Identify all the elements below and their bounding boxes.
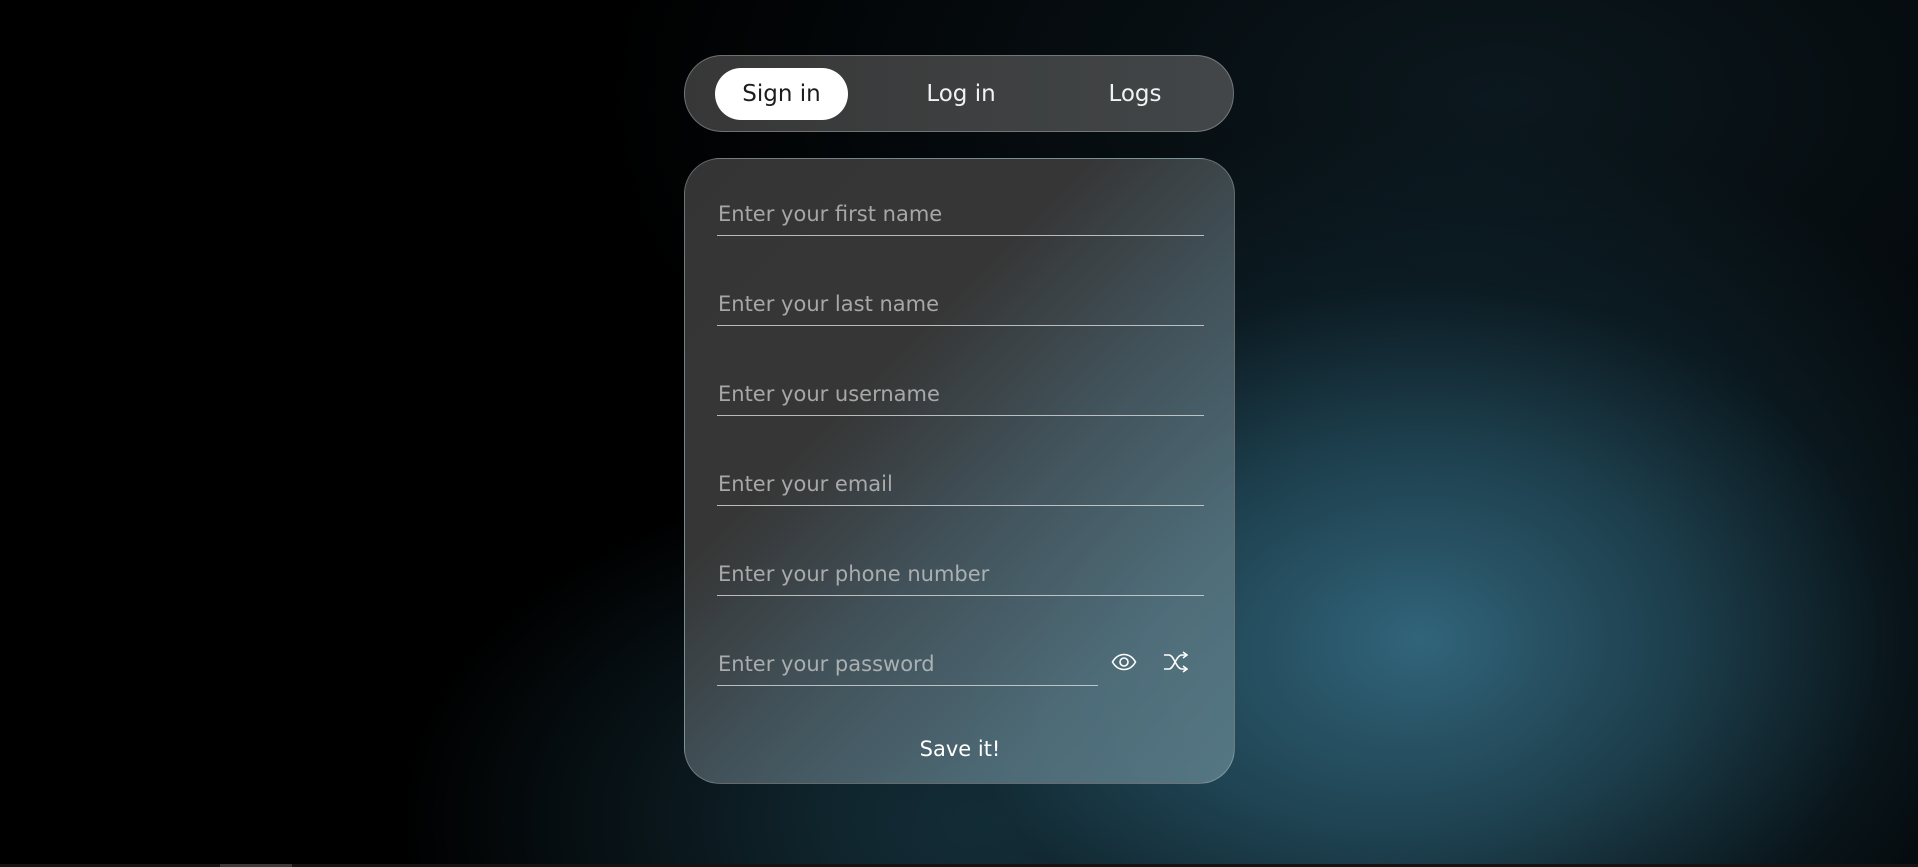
sign-in-form: Save it! — [684, 158, 1235, 784]
password-field — [717, 643, 1098, 686]
save-button[interactable]: Save it! — [885, 729, 1035, 769]
generate-password-button[interactable] — [1159, 645, 1193, 679]
last-name-input[interactable] — [717, 283, 1204, 325]
page-background: Sign in Log in Logs Enter your first nam… — [0, 0, 1918, 867]
tab-sign-in[interactable]: Sign in — [715, 68, 848, 120]
tab-bar: Sign in Log in Logs — [684, 55, 1234, 132]
last-name-field — [717, 283, 1204, 326]
username-field — [717, 373, 1204, 416]
tab-log-in[interactable]: Log in — [898, 68, 1024, 120]
show-password-button[interactable] — [1107, 645, 1141, 679]
first-name-field — [717, 193, 1204, 236]
eye-icon — [1111, 653, 1137, 671]
tab-logs[interactable]: Logs — [1075, 68, 1195, 120]
shuffle-icon — [1164, 651, 1189, 673]
email-field — [717, 463, 1204, 506]
phone-number-input[interactable] — [717, 553, 1204, 595]
first-name-input[interactable] — [717, 193, 1204, 235]
phone-field — [717, 553, 1204, 596]
email-input[interactable] — [717, 463, 1204, 505]
password-input[interactable] — [717, 643, 1098, 685]
username-input[interactable] — [717, 373, 1204, 415]
